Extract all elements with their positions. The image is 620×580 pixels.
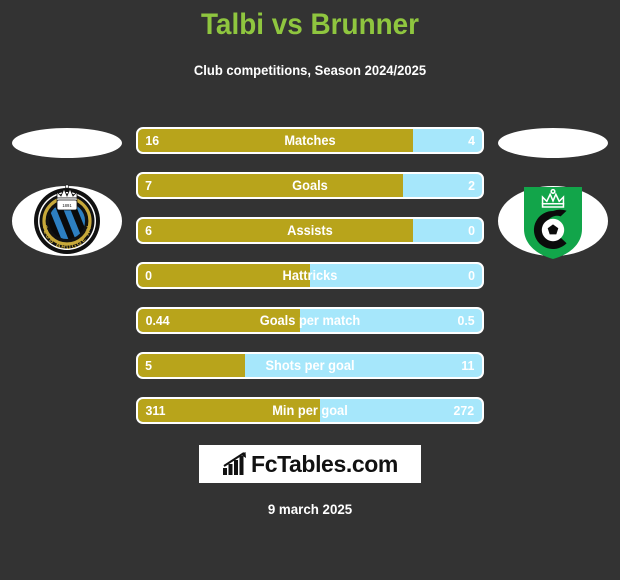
date-label: 9 march 2025: [267, 501, 353, 517]
home-value: 0.44: [145, 313, 170, 328]
table-row: 5 Shots per goal 11: [136, 352, 484, 379]
away-value: 11: [461, 358, 475, 373]
stat-label: Assists: [287, 222, 333, 238]
stat-label: Matches: [284, 132, 336, 148]
away-value: 0.5: [457, 313, 475, 328]
stats-comparison-page: Talbi vs Brunner Club competitions, Seas…: [0, 0, 620, 580]
stat-label: Shots per goal: [265, 357, 355, 373]
page-subtitle: Club competitions, Season 2024/2025: [193, 62, 427, 78]
bar-text: 0.44 Goals per match 0.5: [138, 309, 482, 332]
stat-label: Goals per match: [259, 312, 361, 328]
away-value: 0: [467, 268, 475, 283]
table-row: 7 Goals 2: [136, 172, 484, 199]
bar-text: 7 Goals 2: [138, 174, 482, 197]
stat-label: Min per goal: [272, 402, 348, 418]
bar-text: 6 Assists 0: [138, 219, 482, 242]
away-top-logo-placeholder: [498, 128, 608, 158]
home-top-logo-placeholder: [12, 128, 122, 158]
home-value: 311: [145, 403, 166, 418]
table-row: 311 Min per goal 272: [136, 397, 484, 424]
home-value: 6: [145, 223, 153, 238]
svg-text:1891: 1891: [62, 203, 72, 208]
bar-text: 5 Shots per goal 11: [138, 354, 482, 377]
table-row: 0 Hattricks 0: [136, 262, 484, 289]
bar-text: 16 Matches 4: [138, 129, 482, 152]
away-value: 272: [453, 403, 475, 418]
home-club-crest: 1891 CLUB BRUGGE KV: [12, 175, 122, 267]
bar-text: 311 Min per goal 272: [138, 399, 482, 422]
table-row: 6 Assists 0: [136, 217, 484, 244]
bar-chart-arrow-icon: [223, 452, 247, 475]
fctables-brand-text: FcTables.com: [251, 450, 398, 477]
cercle-brugge-crest-icon: [498, 186, 608, 259]
bar-text: 0 Hattricks 0: [138, 264, 482, 287]
table-row: 0.44 Goals per match 0.5: [136, 307, 484, 334]
stats-bar-list: 16 Matches 4 7 Goals 2 6 Assists 0 0 Hat…: [136, 127, 484, 442]
away-value: 0: [467, 223, 475, 238]
table-row: 16 Matches 4: [136, 127, 484, 154]
page-title: Talbi vs Brunner: [200, 8, 420, 41]
away-club-crest: [498, 175, 608, 267]
stat-label: Goals: [292, 177, 328, 193]
home-value: 0: [145, 268, 153, 283]
stat-label: Hattricks: [282, 267, 338, 283]
away-value: 4: [467, 133, 475, 148]
home-value: 16: [145, 133, 160, 148]
club-brugge-crest-icon: 1891 CLUB BRUGGE KV: [12, 184, 122, 256]
away-value: 2: [467, 178, 475, 193]
home-value: 7: [145, 178, 153, 193]
fctables-logo[interactable]: FcTables.com: [199, 445, 421, 483]
home-value: 5: [145, 358, 153, 373]
